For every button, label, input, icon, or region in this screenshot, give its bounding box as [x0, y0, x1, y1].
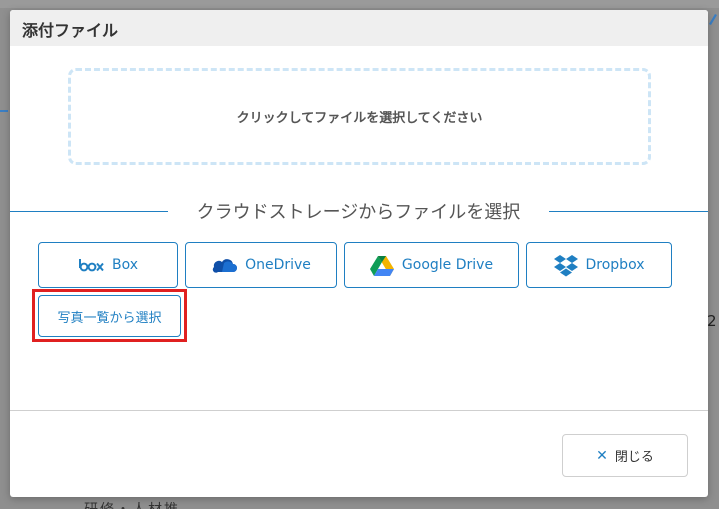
- dropbox-button[interactable]: Dropbox: [526, 242, 672, 288]
- google-drive-icon: [369, 255, 394, 276]
- close-x-icon: ✕: [596, 447, 608, 464]
- dropbox-button-label: Dropbox: [585, 257, 645, 273]
- divider-right: [549, 211, 708, 212]
- google-drive-button-label: Google Drive: [401, 257, 494, 273]
- background-text-bottom: 研修・人材推: [84, 499, 180, 509]
- divider-left: [10, 211, 168, 212]
- dropbox-icon: [553, 254, 578, 276]
- select-from-photos-label: 写真一覧から選択: [57, 310, 162, 326]
- close-button[interactable]: ✕ 閉じる: [562, 434, 688, 477]
- onedrive-button[interactable]: OneDrive: [185, 242, 337, 288]
- onedrive-cloud-icon: [212, 259, 238, 273]
- footer-divider: [10, 410, 708, 411]
- cloud-storage-heading: クラウドストレージからファイルを選択: [196, 202, 521, 223]
- box-button[interactable]: Box: [38, 242, 178, 288]
- background-text-right: 2: [707, 312, 717, 330]
- attachment-modal: 添付ファイル クリックしてファイルを選択してください クラウドストレージからファ…: [10, 10, 708, 497]
- select-from-photos-button[interactable]: 写真一覧から選択: [38, 295, 181, 337]
- modal-title: 添付ファイル: [22, 21, 119, 40]
- onedrive-button-label: OneDrive: [245, 257, 311, 273]
- close-button-label: 閉じる: [614, 450, 654, 465]
- file-dropzone[interactable]: クリックしてファイルを選択してください: [68, 68, 651, 165]
- box-logo-icon: [78, 259, 104, 272]
- modal-header: 添付ファイル: [10, 10, 708, 46]
- google-drive-button[interactable]: Google Drive: [344, 242, 519, 288]
- background-page-top: [0, 0, 719, 8]
- dropzone-text: クリックしてファイルを選択してください: [236, 111, 483, 126]
- background-accent-line: [0, 110, 8, 112]
- box-button-label: Box: [111, 257, 139, 273]
